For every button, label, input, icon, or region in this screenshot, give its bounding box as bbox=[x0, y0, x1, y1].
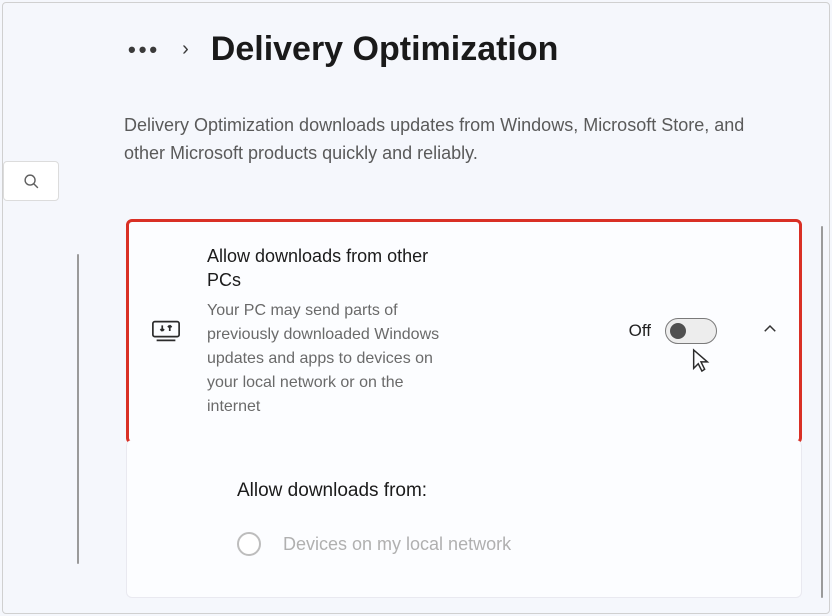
search-input[interactable] bbox=[3, 161, 59, 201]
toggle-knob bbox=[670, 323, 686, 339]
radio-icon bbox=[237, 532, 261, 556]
collapse-button[interactable] bbox=[761, 320, 779, 343]
left-scroll-indicator bbox=[77, 254, 79, 564]
page-title: Delivery Optimization bbox=[211, 30, 559, 69]
chevron-up-icon bbox=[761, 320, 779, 338]
card-text: Allow downloads from other PCs Your PC m… bbox=[207, 244, 453, 419]
network-transfer-icon bbox=[151, 319, 181, 343]
allow-downloads-toggle[interactable] bbox=[665, 318, 717, 344]
breadcrumb: ••• › Delivery Optimization bbox=[128, 30, 558, 69]
card-title: Allow downloads from other PCs bbox=[207, 244, 453, 293]
cursor-icon bbox=[690, 348, 712, 379]
radio-label: Devices on my local network bbox=[283, 534, 511, 555]
more-icon[interactable]: ••• bbox=[128, 37, 160, 63]
radio-option-local-network[interactable]: Devices on my local network bbox=[237, 532, 761, 556]
allow-downloads-card: Allow downloads from other PCs Your PC m… bbox=[126, 219, 802, 444]
card-subtitle: Your PC may send parts of previously dow… bbox=[207, 299, 453, 419]
toggle-state-label: Off bbox=[629, 321, 651, 341]
search-icon bbox=[23, 173, 40, 190]
right-scroll-indicator[interactable] bbox=[821, 226, 823, 598]
toggle-group: Off bbox=[629, 318, 717, 344]
page-description: Delivery Optimization downloads updates … bbox=[124, 112, 772, 168]
allow-downloads-from-panel: Allow downloads from: Devices on my loca… bbox=[126, 440, 802, 598]
subsection-title: Allow downloads from: bbox=[237, 480, 761, 502]
chevron-right-icon: › bbox=[182, 38, 189, 61]
